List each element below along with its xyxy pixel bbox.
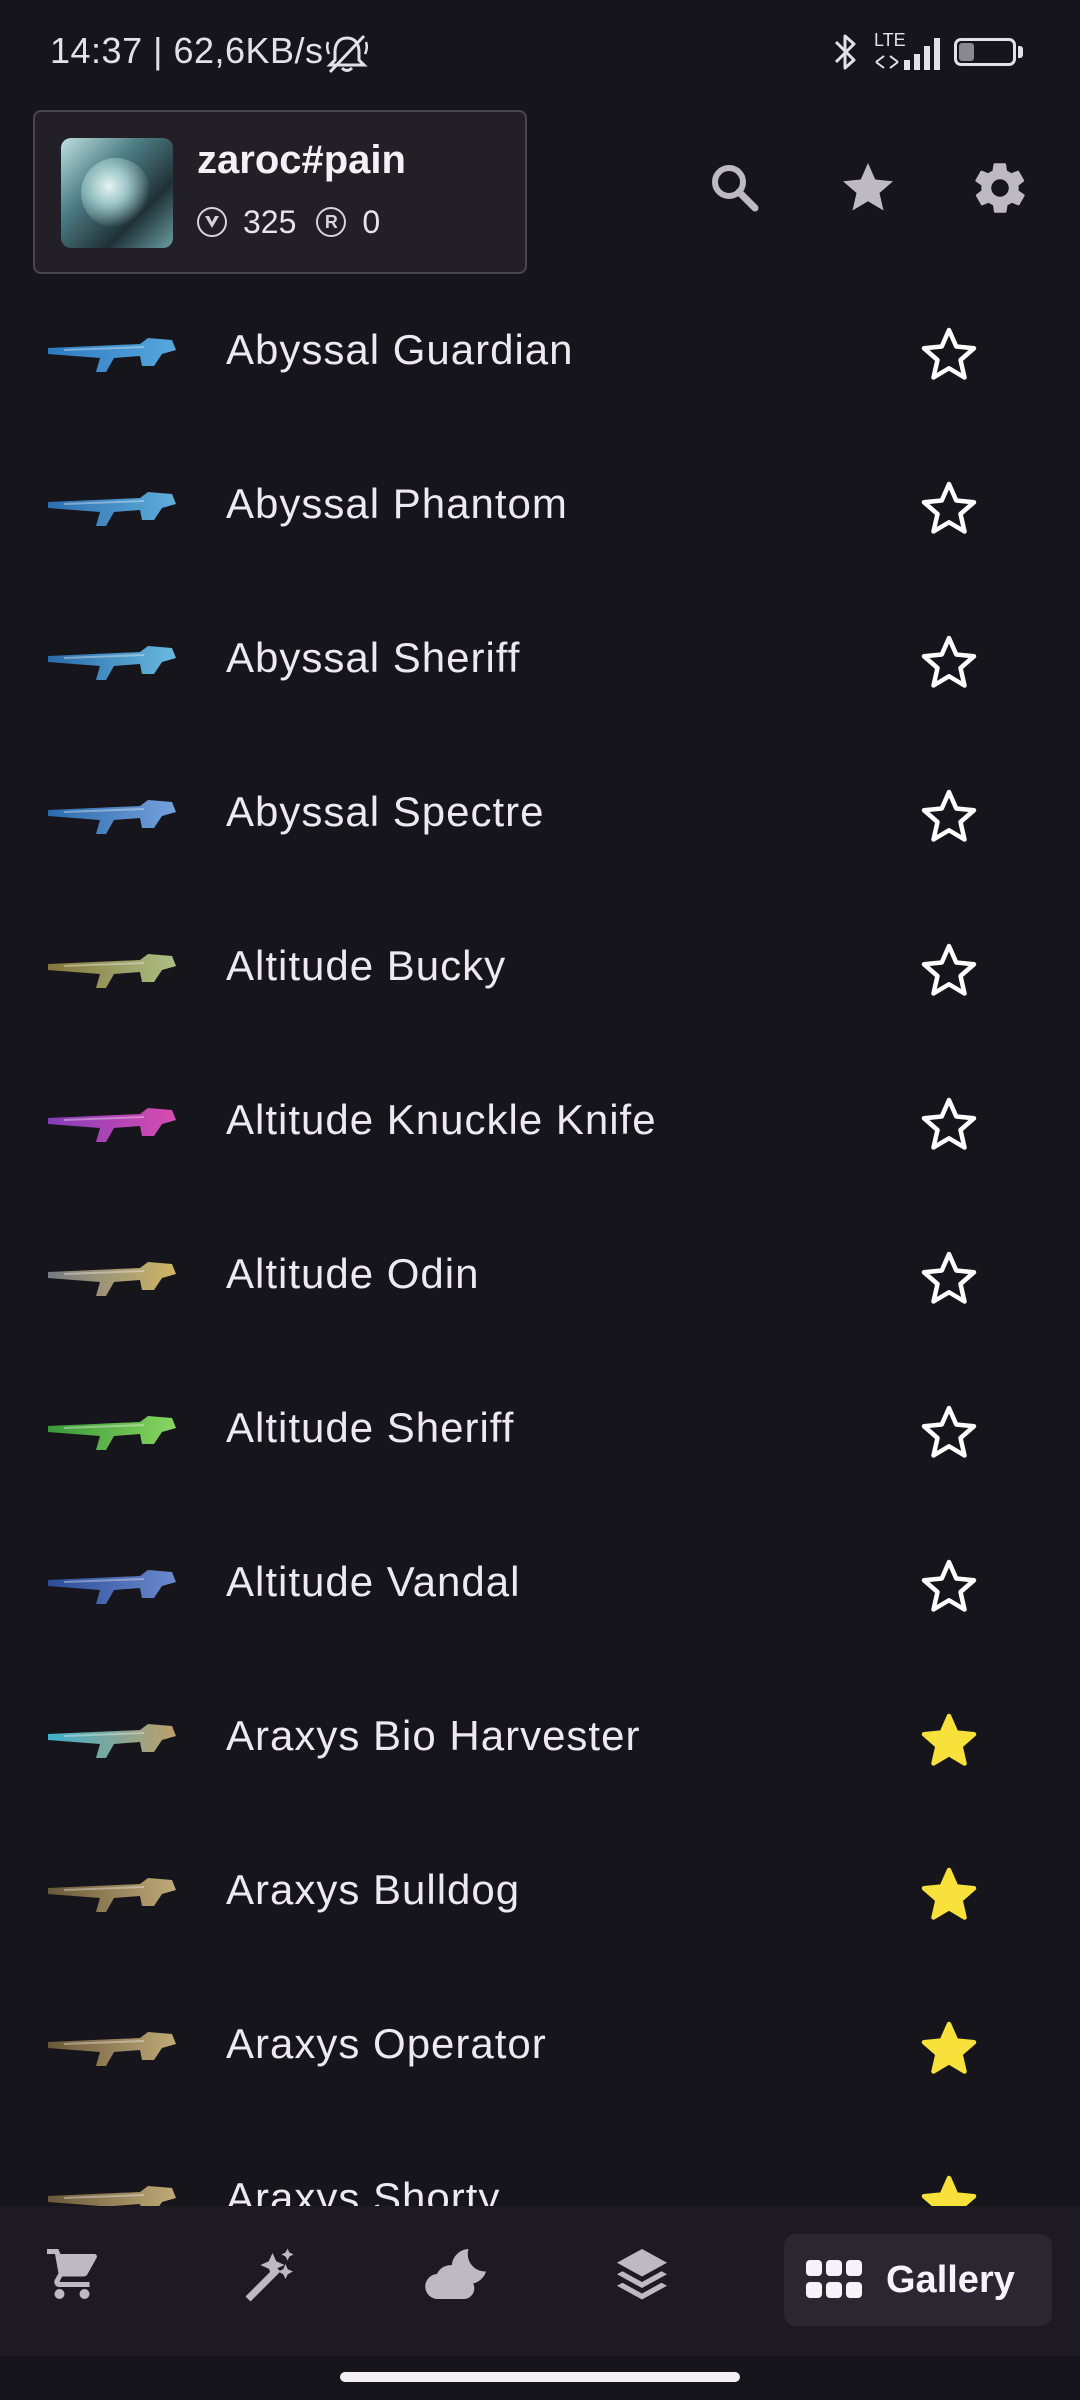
skin-thumbnail [44, 1552, 180, 1622]
favorite-star-outline-icon[interactable] [914, 320, 984, 390]
skin-name: Altitude Knuckle Knife [226, 1096, 657, 1143]
favorite-star-filled-icon[interactable] [914, 2168, 984, 2206]
skin-name: Abyssal Sheriff [226, 634, 521, 681]
status-bar: 14:37 | 62,6KB/s LTE 29 [0, 0, 1080, 104]
skin-name: Abyssal Guardian [226, 326, 574, 373]
favorite-star-outline-icon[interactable] [914, 936, 984, 1006]
gear-icon[interactable] [970, 158, 1030, 218]
skin-thumbnail [44, 936, 180, 1006]
skin-name: Araxys Bulldog [226, 1866, 521, 1913]
list-item[interactable]: Altitude Sheriff [0, 1366, 1080, 1520]
star-icon[interactable] [838, 158, 898, 218]
battery-tip [1018, 46, 1023, 58]
favorite-star-outline-icon[interactable] [914, 628, 984, 698]
skin-list[interactable]: Abyssal Guardian Abyssal Phantom Abyssal S… [0, 288, 1080, 2206]
battery-icon: 29 [954, 38, 1016, 66]
list-item[interactable]: Abyssal Sheriff [0, 596, 1080, 750]
favorite-star-filled-icon[interactable] [914, 1706, 984, 1776]
list-item[interactable]: Araxys Bio Harvester [0, 1674, 1080, 1828]
skin-name: Araxys Shorty [226, 2174, 501, 2206]
bottom-nav: Gallery [0, 2206, 1080, 2356]
skin-name: Araxys Bio Harvester [226, 1712, 641, 1759]
magic-wand-icon[interactable] [232, 2238, 304, 2310]
favorite-star-outline-icon[interactable] [914, 1398, 984, 1468]
favorite-star-outline-icon[interactable] [914, 1090, 984, 1160]
home-indicator[interactable] [340, 2372, 740, 2382]
list-item[interactable]: Araxys Bulldog [0, 1828, 1080, 1982]
valorant-points-value: 325 [243, 203, 297, 240]
grid-icon [804, 2258, 864, 2302]
skin-thumbnail [44, 1706, 180, 1776]
list-item[interactable]: Altitude Odin [0, 1212, 1080, 1366]
cart-icon[interactable] [36, 2238, 108, 2310]
favorite-star-outline-icon[interactable] [914, 474, 984, 544]
skin-name: Altitude Vandal [226, 1558, 521, 1605]
search-icon[interactable] [705, 158, 765, 218]
account-card[interactable]: zaroc#pain 325 R 0 [33, 110, 527, 274]
avatar [61, 138, 173, 248]
skin-thumbnail [44, 1090, 180, 1160]
mute-bell-icon [324, 32, 370, 81]
favorite-star-outline-icon[interactable] [914, 782, 984, 852]
skin-thumbnail [44, 782, 180, 852]
skin-thumbnail [44, 320, 180, 390]
list-item[interactable]: Altitude Bucky [0, 904, 1080, 1058]
signal-icon [872, 30, 942, 79]
valorant-points-icon [197, 207, 227, 237]
radianite-points-value: 0 [362, 203, 381, 240]
skin-thumbnail [44, 474, 180, 544]
skin-thumbnail [44, 1860, 180, 1930]
list-item[interactable]: Abyssal Guardian [0, 288, 1080, 442]
favorite-star-filled-icon[interactable] [914, 2014, 984, 2084]
list-item[interactable]: Araxys Shorty [0, 2136, 1080, 2206]
night-market-icon[interactable] [420, 2238, 492, 2310]
bluetooth-icon [830, 30, 860, 79]
skin-name: Araxys Operator [226, 2020, 547, 2067]
list-item[interactable]: Altitude Vandal [0, 1520, 1080, 1674]
skin-thumbnail [44, 628, 180, 698]
status-time: 14:37 | 62,6KB/s [50, 30, 324, 71]
favorite-star-outline-icon[interactable] [914, 1244, 984, 1314]
layers-icon[interactable] [606, 2238, 678, 2310]
radianite-points-icon: R [316, 207, 347, 237]
list-item[interactable]: Abyssal Phantom [0, 442, 1080, 596]
skin-thumbnail [44, 2014, 180, 2084]
skin-thumbnail [44, 1244, 180, 1314]
battery-level: 29 [973, 39, 997, 61]
gallery-tab[interactable]: Gallery [784, 2234, 1052, 2326]
skin-name: Altitude Bucky [226, 942, 507, 989]
skin-name: Abyssal Spectre [226, 788, 545, 835]
skin-name: Altitude Odin [226, 1250, 480, 1297]
currency-row: 325 R 0 [197, 202, 380, 242]
gallery-label: Gallery [886, 2258, 1015, 2301]
list-item[interactable]: Altitude Knuckle Knife [0, 1058, 1080, 1212]
skin-name: Abyssal Phantom [226, 480, 568, 527]
username: zaroc#pain [197, 138, 406, 182]
skin-thumbnail [44, 1398, 180, 1468]
list-item[interactable]: Abyssal Spectre [0, 750, 1080, 904]
skin-thumbnail [44, 2168, 180, 2206]
favorite-star-filled-icon[interactable] [914, 1860, 984, 1930]
skin-name: Altitude Sheriff [226, 1404, 515, 1451]
list-item[interactable]: Araxys Operator [0, 1982, 1080, 2136]
favorite-star-outline-icon[interactable] [914, 1552, 984, 1622]
